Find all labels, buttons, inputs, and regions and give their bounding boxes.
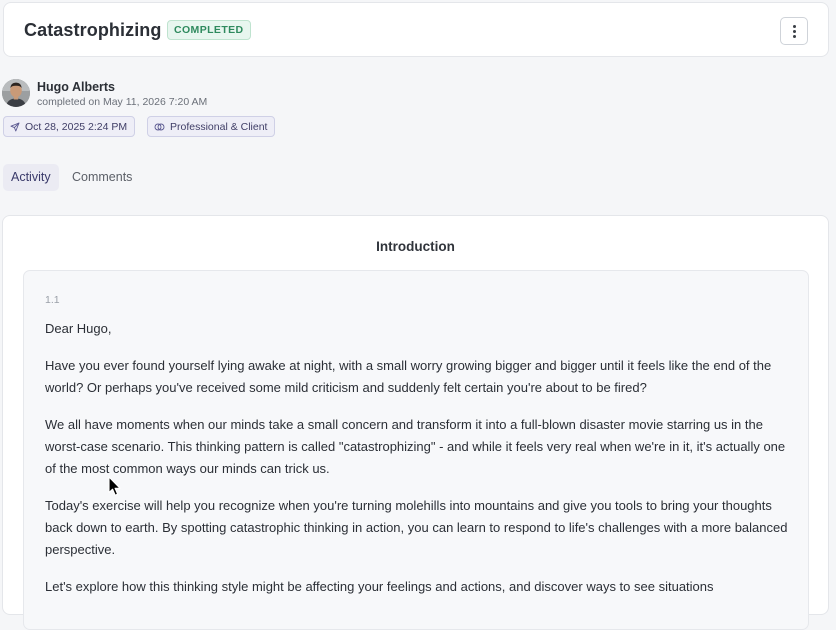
mouse-cursor-icon <box>108 476 121 496</box>
link-circles-icon <box>154 123 165 130</box>
activity-content-card: Introduction 1.1 Dear Hugo, Have you eve… <box>2 215 829 630</box>
step-card: 1.1 Dear Hugo, Have you ever found yours… <box>23 270 809 630</box>
avatar <box>2 79 30 107</box>
step-body: Dear Hugo, Have you ever found yourself … <box>45 318 790 613</box>
status-badge: COMPLETED <box>167 20 251 40</box>
tab-activity[interactable]: Activity <box>3 164 59 191</box>
section-title: Introduction <box>376 239 455 254</box>
paragraph: Have you ever found yourself lying awake… <box>45 358 772 395</box>
more-options-button[interactable] <box>780 17 808 45</box>
paragraph: Let's explore how this thinking style mi… <box>45 579 714 594</box>
more-vertical-icon <box>792 29 796 33</box>
relationship-chip: Professional & Client <box>147 116 276 137</box>
date-chip: Oct 28, 2025 2:24 PM <box>3 116 136 137</box>
user-name: Hugo Alberts <box>37 80 116 94</box>
send-icon <box>10 122 20 131</box>
header-card: Catastrophizing COMPLETED <box>3 2 829 57</box>
paragraph: We all have moments when our minds take … <box>45 417 786 476</box>
completed-timestamp: completed on May 11, 2026 7:20 AM <box>37 96 208 108</box>
paragraph: Today's exercise will help you recognize… <box>45 498 788 557</box>
relationship-chip-label: Professional & Client <box>170 120 268 133</box>
more-vertical-icon <box>792 34 796 38</box>
tab-comments[interactable]: Comments <box>64 164 140 191</box>
step-number: 1.1 <box>45 294 60 306</box>
paragraph: Dear Hugo, <box>45 321 112 336</box>
page-title: Catastrophizing <box>24 20 162 40</box>
more-vertical-icon <box>792 24 796 28</box>
date-chip-label: Oct 28, 2025 2:24 PM <box>25 120 128 133</box>
